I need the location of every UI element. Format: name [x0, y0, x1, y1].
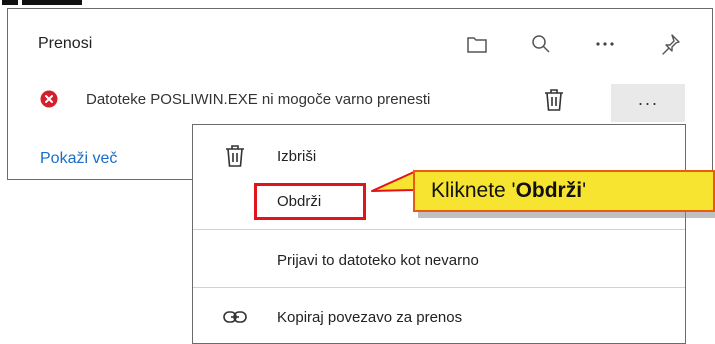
- menu-item-label: Kopiraj povezavo za prenos: [277, 309, 463, 326]
- link-icon: [221, 303, 249, 331]
- menu-separator: [193, 229, 685, 230]
- folder-icon[interactable]: [464, 31, 490, 57]
- callout-arrow: [371, 171, 415, 192]
- search-icon[interactable]: [528, 31, 554, 57]
- show-more-link[interactable]: Pokaži več: [40, 150, 117, 168]
- menu-item-report-unsafe[interactable]: Prijavi to datoteko kot nevarno: [193, 238, 685, 282]
- download-status-text: Datoteke POSLIWIN.EXE ni mogoče varno pr…: [86, 91, 536, 108]
- pin-icon[interactable]: [657, 31, 683, 57]
- menu-item-label: Prijavi to datoteko kot nevarno: [277, 252, 479, 269]
- instruction-callout: Kliknete ' Obdrži ': [413, 170, 715, 212]
- callout-suffix: ': [582, 179, 587, 202]
- error-icon: [40, 90, 58, 108]
- callout-bold: Obdrži: [515, 179, 583, 202]
- menu-separator: [193, 287, 685, 288]
- more-actions-button[interactable]: ···: [611, 84, 685, 122]
- callout-prefix: Kliknete ': [431, 179, 516, 202]
- trash-icon: [221, 142, 249, 170]
- trash-icon: [545, 89, 563, 111]
- cropped-top-text: [0, 0, 715, 8]
- download-item[interactable]: Datoteke POSLIWIN.EXE ni mogoče varno pr…: [36, 80, 686, 122]
- context-menu: Izbriši Obdrži Prijavi to datoteko kot n…: [192, 124, 686, 344]
- keep-highlight-box: [254, 183, 366, 220]
- menu-item-copy-link[interactable]: Kopiraj povezavo za prenos: [193, 295, 685, 339]
- menu-item-label: Izbriši: [277, 148, 317, 165]
- more-horizontal-icon[interactable]: [592, 31, 618, 57]
- delete-download-button[interactable]: [540, 86, 568, 114]
- panel-title: Prenosi: [38, 35, 93, 52]
